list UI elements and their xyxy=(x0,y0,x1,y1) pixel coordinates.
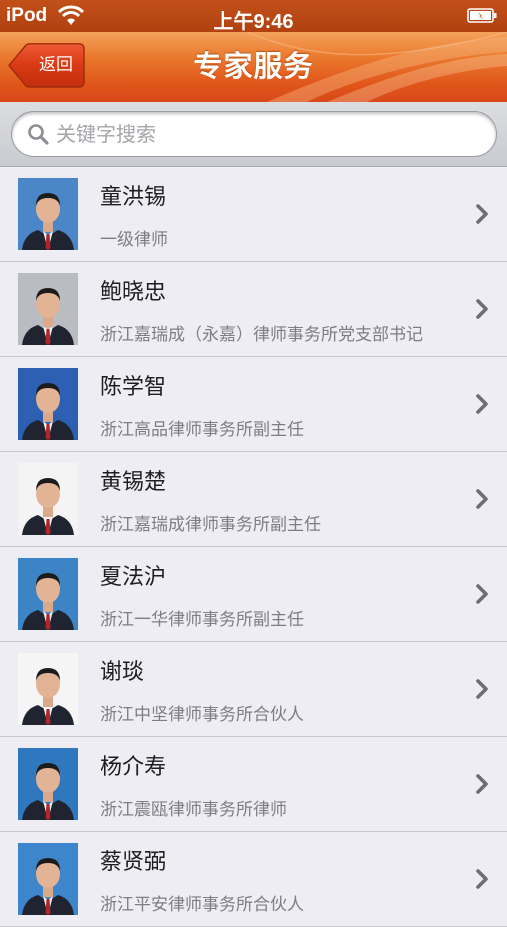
expert-avatar xyxy=(18,368,78,440)
expert-title: 浙江嘉瑞成（永嘉）律师事务所党支部书记 xyxy=(100,325,423,345)
expert-row[interactable]: 黄锡楚浙江嘉瑞成律师事务所副主任 xyxy=(0,452,507,547)
expert-name: 谢琰 xyxy=(100,660,145,685)
search-input[interactable] xyxy=(56,112,476,156)
clock: 上午9:46 xyxy=(213,11,294,33)
expert-name: 蔡贤弼 xyxy=(100,850,167,875)
expert-row[interactable]: 谢琰浙江中坚律师事务所合伙人 xyxy=(0,642,507,737)
expert-avatar xyxy=(18,178,78,250)
expert-row[interactable]: 童洪锡 一级律师 xyxy=(0,167,507,262)
expert-name: 夏法沪 xyxy=(100,565,167,590)
expert-avatar xyxy=(18,653,78,725)
search-bar xyxy=(0,102,507,167)
navigation-bar: 返回 专家服务 xyxy=(0,32,507,102)
status-bar: iPod 上午9:46 xyxy=(0,0,507,33)
expert-avatar xyxy=(18,748,78,820)
expert-row[interactable]: 陈学智浙江高品律师事务所副主任 xyxy=(0,357,507,452)
chevron-right-icon xyxy=(476,394,488,414)
expert-name: 鲍晓忠 xyxy=(100,280,167,305)
expert-title: 浙江嘉瑞成律师事务所副主任 xyxy=(100,515,321,535)
expert-avatar xyxy=(18,558,78,630)
expert-title: 浙江一华律师事务所副主任 xyxy=(100,610,304,630)
chevron-right-icon xyxy=(476,869,488,889)
expert-avatar xyxy=(18,843,78,915)
expert-avatar xyxy=(18,463,78,535)
expert-row[interactable]: 杨介寿浙江震瓯律师事务所律师 xyxy=(0,737,507,832)
chevron-right-icon xyxy=(476,584,488,604)
expert-name: 黄锡楚 xyxy=(100,470,167,495)
expert-name: 童洪锡 xyxy=(100,185,167,210)
search-icon xyxy=(28,124,49,145)
chevron-right-icon xyxy=(476,299,488,319)
expert-avatar xyxy=(18,273,78,345)
expert-name: 杨介寿 xyxy=(100,755,167,780)
battery-charging-icon xyxy=(467,8,497,23)
expert-row[interactable]: 蔡贤弼浙江平安律师事务所合伙人 xyxy=(0,832,507,927)
expert-title: 浙江高品律师事务所副主任 xyxy=(100,420,304,440)
expert-title: 浙江平安律师事务所合伙人 xyxy=(100,895,304,915)
expert-row[interactable]: 夏法沪浙江一华律师事务所副主任 xyxy=(0,547,507,642)
search-field[interactable] xyxy=(11,111,497,157)
expert-name: 陈学智 xyxy=(100,375,167,400)
expert-row[interactable]: 鲍晓忠浙江嘉瑞成（永嘉）律师事务所党支部书记 xyxy=(0,262,507,357)
expert-title: 浙江中坚律师事务所合伙人 xyxy=(100,705,304,725)
expert-title: 一级律师 xyxy=(100,230,168,250)
chevron-right-icon xyxy=(476,774,488,794)
expert-list: 童洪锡一级律师鲍晓忠浙江嘉瑞成（永嘉）律师事务所党支部书记陈学智浙江高品律师事务… xyxy=(0,167,507,927)
chevron-right-icon xyxy=(476,204,488,224)
expert-title: 浙江震瓯律师事务所律师 xyxy=(100,800,287,820)
chevron-right-icon xyxy=(476,679,488,699)
page-title: 专家服务 xyxy=(193,49,314,83)
chevron-right-icon xyxy=(476,489,488,509)
